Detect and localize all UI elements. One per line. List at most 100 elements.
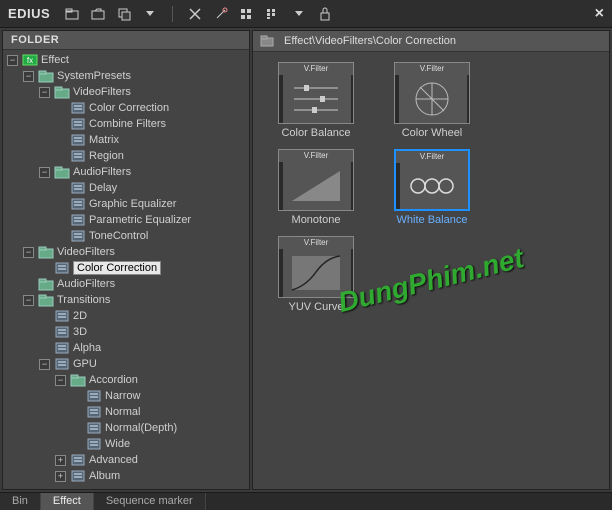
tree-label: Narrow [105,390,140,402]
tab-bin[interactable]: Bin [0,493,41,510]
fx-icon: fx [22,53,38,67]
tree-label: Graphic Equalizer [89,198,176,210]
tree-label: Color Correction [89,102,169,114]
tab-icon[interactable] [90,6,106,22]
tree-node[interactable]: − SystemPresets [7,68,249,84]
collapse-icon[interactable]: − [7,55,18,66]
thumb-badge: V.Filter [396,151,468,163]
tree-node[interactable]: Color Correction [7,260,249,276]
effect-thumb[interactable]: V.FilterColor Balance [261,60,371,141]
spacer [23,279,34,290]
spacer [71,439,82,450]
effect-thumb[interactable]: V.FilterYUV Curve [261,234,371,315]
fx-item-icon [86,389,102,403]
tree-node[interactable]: Parametric Equalizer [7,212,249,228]
tree-node[interactable]: − GPU [7,356,249,372]
tree-node[interactable]: −Transitions [7,292,249,308]
titlebar: EDIUS × [0,0,612,28]
dropdown-icon[interactable] [142,6,158,22]
lock-icon[interactable] [317,6,333,22]
collapse-icon[interactable]: − [23,247,34,258]
tree-node[interactable]: Region [7,148,249,164]
close-icon[interactable]: × [595,5,604,23]
tab-effect[interactable]: Effect [41,493,94,510]
folder-icon [38,245,54,259]
list-small-icon[interactable] [265,6,281,22]
spacer [55,215,66,226]
fx-item-icon [86,405,102,419]
thumb-icon: V.Filter [278,62,354,124]
fx-item-icon [70,229,86,243]
thumb-badge: V.Filter [395,63,469,75]
tree-node[interactable]: Wide [7,436,249,452]
effect-thumb[interactable]: V.Filter Color Wheel [377,60,487,141]
tree-node[interactable]: ToneControl [7,228,249,244]
copy-icon[interactable] [116,6,132,22]
spacer [39,263,50,274]
fx-item-icon [70,149,86,163]
tree-node[interactable]: − AudioFilters [7,164,249,180]
effect-thumb[interactable]: V.Filter Monotone [261,147,371,228]
spacer [55,183,66,194]
tree-node[interactable]: Combine Filters [7,116,249,132]
tree-node[interactable]: Normal [7,404,249,420]
thumb-icon: V.Filter [278,236,354,298]
tree-node[interactable]: Narrow [7,388,249,404]
tree-node[interactable]: Graphic Equalizer [7,196,249,212]
fx-item-icon [86,437,102,451]
folder-icon [38,277,54,291]
spacer [55,135,66,146]
list-large-icon[interactable] [239,6,255,22]
tree-label: Region [89,150,124,162]
collapse-icon[interactable]: − [39,359,50,370]
collapse-icon[interactable]: − [23,71,34,82]
wand-icon[interactable] [213,6,229,22]
tree-node[interactable]: Matrix [7,132,249,148]
tree-label: SystemPresets [57,70,131,82]
tree-label: AudioFilters [73,166,131,178]
tree-label: Wide [105,438,130,450]
tree-label: Alpha [73,342,101,354]
fx-item-icon [70,197,86,211]
collapse-icon[interactable]: − [55,375,66,386]
folder-tree[interactable]: −fxEffect−SystemPresets−VideoFiltersColo… [3,50,249,489]
tree-node[interactable]: − VideoFilters [7,84,249,100]
cut-icon[interactable] [187,6,203,22]
dropdown2-icon[interactable] [291,6,307,22]
tree-node[interactable]: 2D [7,308,249,324]
collapse-icon[interactable]: − [23,295,34,306]
folder-icon[interactable] [64,6,80,22]
thumb-icon: V.Filter [394,149,470,211]
tree-label: VideoFilters [73,86,131,98]
tree-label: ToneControl [89,230,148,242]
thumb-label: Color Wheel [402,127,463,139]
spacer [55,199,66,210]
fx-item-icon [54,341,70,355]
tree-node[interactable]: −VideoFilters [7,244,249,260]
tree-node[interactable]: +Album [7,468,249,484]
tree-node[interactable]: −Accordion [7,372,249,388]
tree-node[interactable]: +Advanced [7,452,249,468]
tree-node[interactable]: Color Correction [7,100,249,116]
collapse-icon[interactable]: − [39,167,50,178]
tree-node[interactable]: AudioFilters [7,276,249,292]
thumb-label: Monotone [292,214,341,226]
tree-label: Delay [89,182,117,194]
effect-thumb[interactable]: V.FilterWhite Balance [377,147,487,228]
tree-label: 2D [73,310,87,322]
spacer [39,311,50,322]
tree-node[interactable]: Normal(Depth) [7,420,249,436]
tree-node[interactable]: −fxEffect [7,52,249,68]
spacer [71,407,82,418]
expand-icon[interactable]: + [55,455,66,466]
tree-node[interactable]: Delay [7,180,249,196]
tree-node[interactable]: 3D [7,324,249,340]
tree-node[interactable]: Alpha [7,340,249,356]
expand-icon[interactable]: + [55,471,66,482]
tree-label: GPU [73,358,97,370]
fx-item-icon [70,133,86,147]
spacer [71,391,82,402]
collapse-icon[interactable]: − [39,87,50,98]
tab-sequence-marker[interactable]: Sequence marker [94,493,206,510]
thumb-icon: V.Filter [278,149,354,211]
